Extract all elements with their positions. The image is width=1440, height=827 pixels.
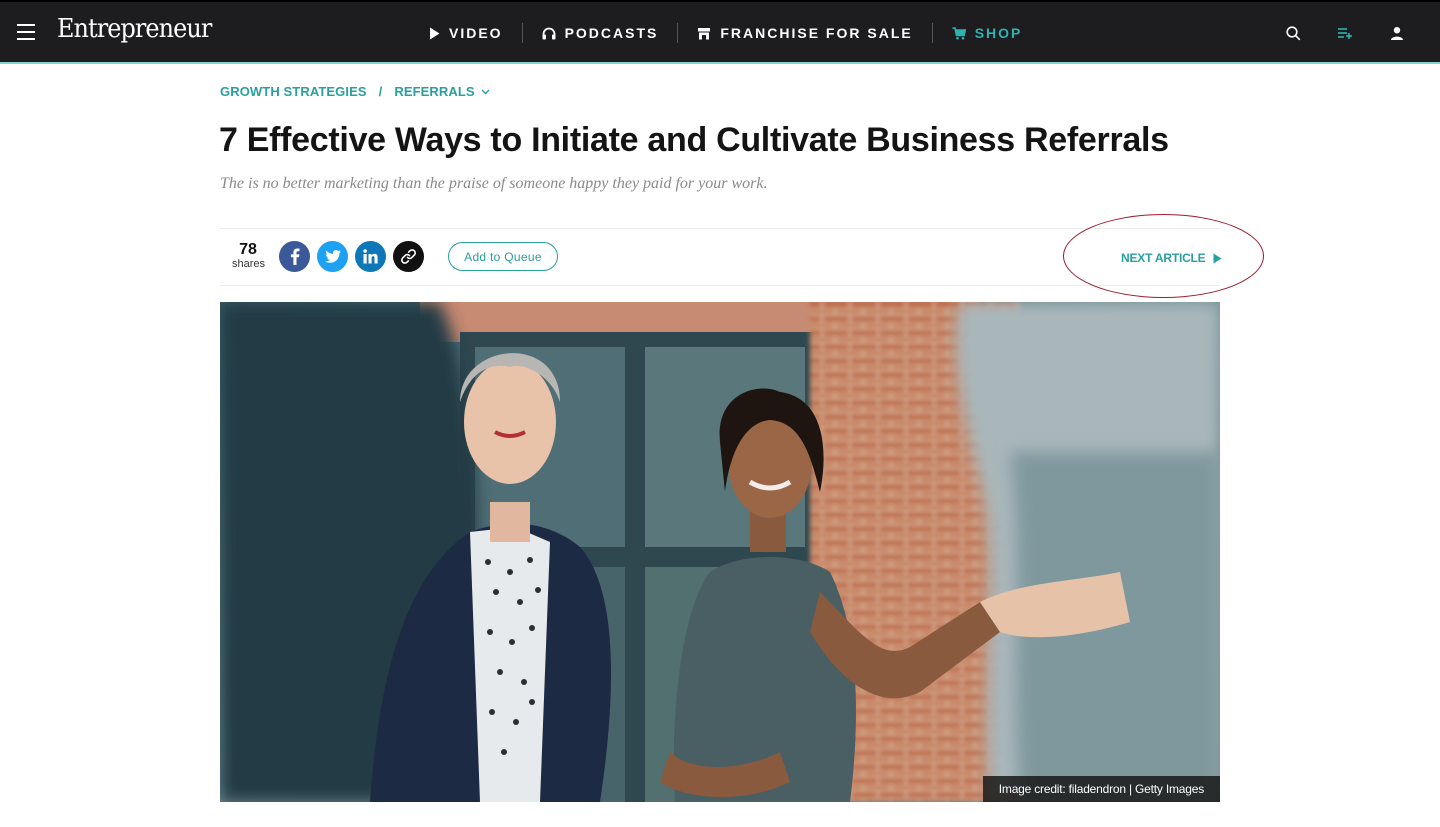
- breadcrumb-referrals[interactable]: REFERRALS: [394, 84, 474, 99]
- breadcrumb-separator: /: [378, 84, 383, 99]
- next-article-link[interactable]: NEXT ARTICLE: [1121, 251, 1222, 265]
- breadcrumb: GROWTH STRATEGIES / REFERRALS: [220, 84, 490, 99]
- nav-podcasts[interactable]: PODCASTS: [542, 25, 659, 41]
- image-credit: Image credit: filadendron | Getty Images: [982, 776, 1220, 802]
- twitter-icon[interactable]: [317, 241, 348, 272]
- play-arrow-icon: [1213, 253, 1222, 264]
- main-nav: VIDEO PODCASTS FRANCHISE FOR SALE SHOP: [429, 2, 1022, 64]
- linkedin-icon[interactable]: [355, 241, 386, 272]
- link-icon[interactable]: [393, 241, 424, 272]
- add-to-queue-button[interactable]: Add to Queue: [448, 242, 558, 271]
- hero-image: Image credit: filadendron | Getty Images: [220, 302, 1220, 802]
- facebook-icon[interactable]: [279, 241, 310, 272]
- search-icon[interactable]: [1284, 24, 1302, 42]
- nav-podcasts-label: PODCASTS: [564, 25, 659, 41]
- queue-add-icon[interactable]: [1336, 24, 1354, 42]
- play-icon: [429, 27, 440, 40]
- next-article-label: NEXT ARTICLE: [1121, 251, 1206, 265]
- nav-video[interactable]: VIDEO: [429, 25, 503, 41]
- article-title: 7 Effective Ways to Initiate and Cultiva…: [219, 121, 1169, 159]
- nav-video-label: VIDEO: [449, 25, 503, 41]
- top-navigation-bar: Entrepreneur VIDEO PODCASTS FRANCHISE FO…: [0, 0, 1440, 64]
- article-subtitle: The is no better marketing than the prai…: [220, 175, 768, 192]
- headphones-icon: [542, 27, 556, 40]
- menu-icon[interactable]: [17, 24, 35, 40]
- header-actions: [1250, 24, 1406, 42]
- share-count-label: shares: [232, 258, 266, 270]
- breadcrumb-growth-strategies[interactable]: GROWTH STRATEGIES: [220, 84, 367, 99]
- nav-divider: [521, 23, 523, 43]
- nav-shop-label: SHOP: [974, 25, 1023, 41]
- user-icon[interactable]: [1388, 24, 1406, 42]
- nav-franchise-label: FRANCHISE FOR SALE: [720, 25, 913, 41]
- share-count: 78 shares: [232, 241, 266, 271]
- chevron-down-icon[interactable]: [481, 89, 490, 95]
- cart-icon: [952, 26, 966, 40]
- hero-photo-illustration: [220, 302, 1220, 802]
- share-count-number: 78: [239, 241, 257, 258]
- nav-divider: [931, 23, 933, 43]
- nav-franchise[interactable]: FRANCHISE FOR SALE: [697, 25, 912, 41]
- nav-shop[interactable]: SHOP: [952, 25, 1023, 41]
- site-logo[interactable]: Entrepreneur: [57, 14, 212, 44]
- nav-divider: [677, 23, 679, 43]
- storefront-icon: [697, 27, 711, 40]
